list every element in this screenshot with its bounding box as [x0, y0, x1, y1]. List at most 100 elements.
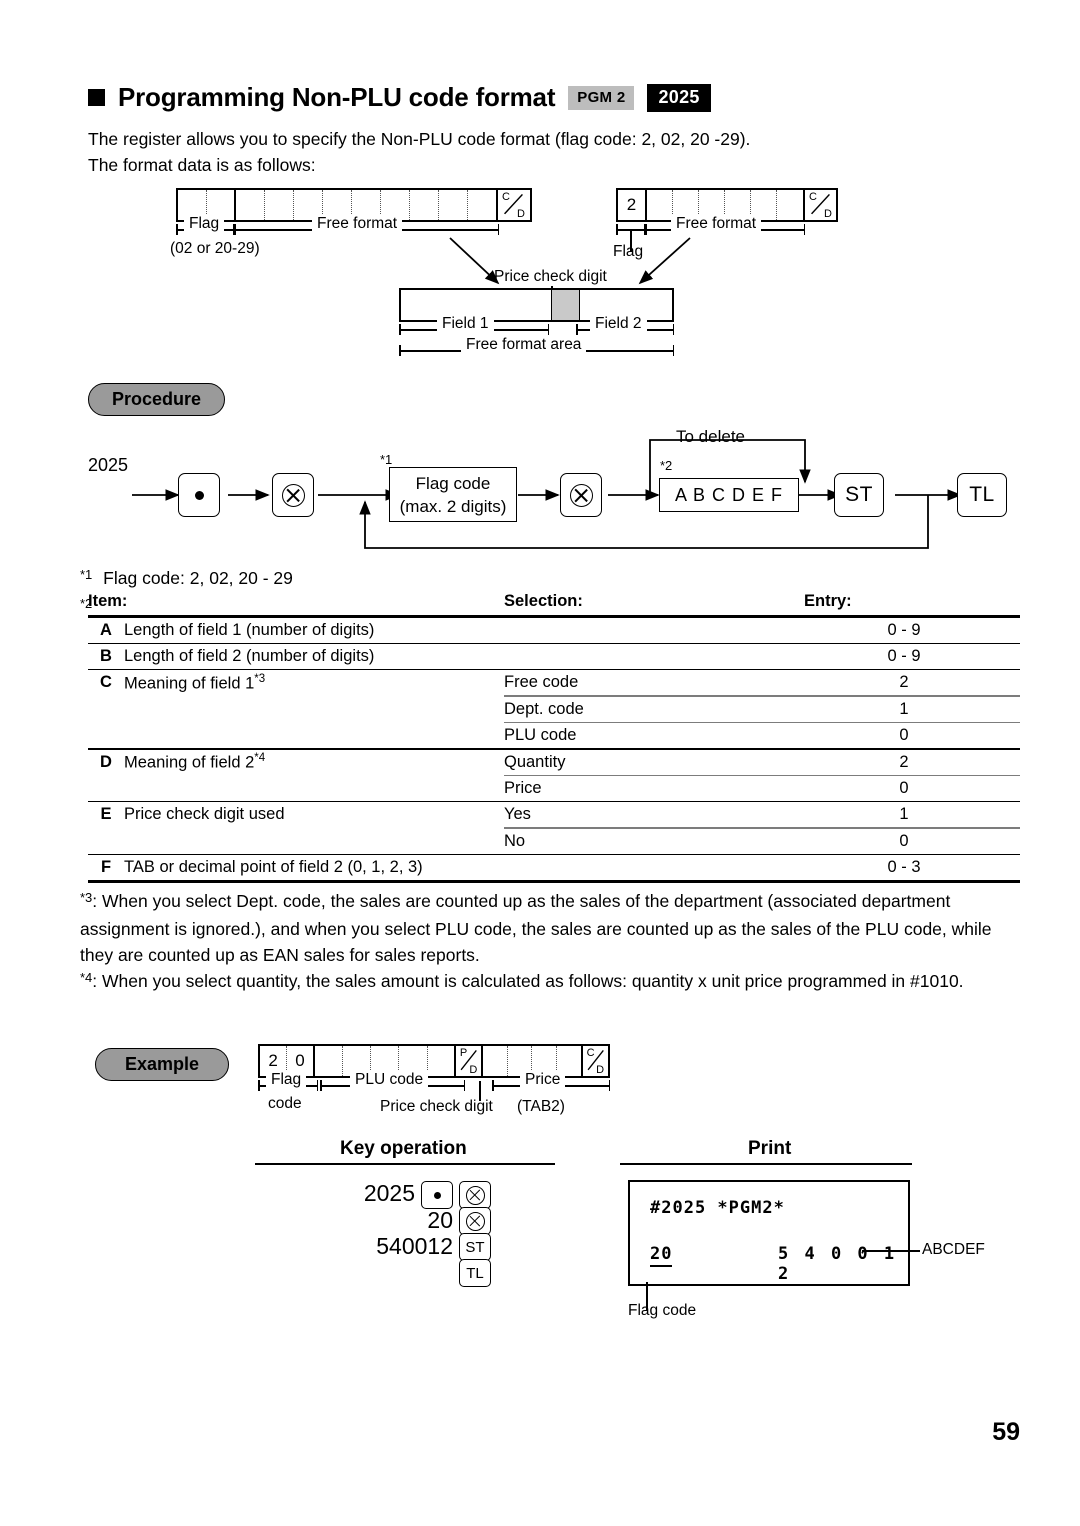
flag-code-callout-label: Flag code: [628, 1302, 697, 1319]
multiply-key-icon: [465, 1185, 485, 1205]
row-selection: Free code: [504, 673, 579, 692]
row-item: A: [100, 620, 112, 639]
check-digit-cell: C D: [496, 190, 529, 220]
price-bracket: Price: [492, 1071, 610, 1091]
row-entry: 0: [899, 778, 909, 797]
flag-code-box: Flag code (max. 2 digits): [389, 467, 517, 522]
example-flag-bracket: Flag: [258, 1071, 318, 1091]
row-selection: Yes: [504, 805, 531, 824]
footnote-3-text: : When you select Dept. code, the sales …: [80, 891, 992, 965]
footnote-4: *4: When you select quantity, the sales …: [80, 968, 1025, 996]
abcdef-callout-label: ABCDEF: [922, 1241, 985, 1258]
page-title: Programming Non-PLU code format: [118, 82, 556, 112]
multiply-key[interactable]: [272, 473, 314, 517]
multiply-key-icon: [465, 1211, 485, 1231]
subtotal-key-label: ST: [845, 483, 873, 506]
row-desc: Meaning of field 2*4: [124, 751, 266, 772]
price-check-digit-cell: P D: [456, 1046, 484, 1076]
free-format-label: Free format: [671, 215, 762, 233]
table-rule: [88, 695, 1020, 697]
check-digit-cell: C D: [803, 190, 836, 220]
row-selection: Price: [504, 778, 542, 797]
field1-bracket: Field 1: [399, 315, 549, 335]
table-rule: [88, 774, 1020, 776]
price-check-digit-label: Price check digit: [494, 268, 607, 285]
multiply-key[interactable]: [560, 473, 602, 517]
multiply-key-icon: [569, 483, 593, 507]
check-digit-top: C: [586, 1047, 595, 1059]
row-footnote-marker: *3: [254, 672, 266, 685]
row-selection: PLU code: [504, 726, 577, 745]
point-key[interactable]: [421, 1181, 453, 1209]
total-key-label: TL: [969, 483, 995, 506]
note-1: *1 Flag code: 2, 02, 20 - 29: [80, 565, 293, 593]
key-row-value: 2025: [363, 1180, 415, 1206]
intro-line-2: The format data is as follows:: [88, 155, 316, 175]
price-check-digit-area: [551, 290, 580, 320]
key-operation-underline: [255, 1163, 555, 1165]
check-digit-bottom: D: [824, 208, 832, 220]
receipt-preview: #2025 *PGM2* 20 5 4 0 0 1 2: [628, 1180, 910, 1286]
check-digit-cell: C D: [580, 1046, 608, 1076]
point-key-icon: [433, 1191, 441, 1199]
abcdef-footnote-marker: *2: [660, 458, 673, 473]
price-digit-top: P: [459, 1047, 468, 1059]
diagram-connector-arrows: [449, 237, 691, 285]
free-format-cell: [647, 190, 673, 220]
check-digit-bottom: D: [596, 1064, 605, 1076]
row-entry: 2: [899, 752, 909, 771]
table-row: D Meaning of field 2*4 Quantity 2: [88, 750, 1020, 775]
abcdef-box: A B C D E F: [659, 478, 799, 512]
key-operation-title: Key operation: [340, 1138, 467, 1159]
row-footnote-marker: *4: [254, 751, 266, 764]
total-key[interactable]: TL: [957, 473, 1007, 517]
footnote-3-marker: *3: [80, 890, 93, 905]
price-digit-bottom: D: [469, 1064, 478, 1076]
row-item: B: [100, 646, 112, 665]
row-desc: Length of field 2 (number of digits): [124, 646, 375, 665]
row-selection: No: [504, 831, 526, 850]
point-key[interactable]: [178, 473, 220, 517]
row-item: D: [100, 752, 112, 771]
row-entry: 0 - 9: [887, 620, 921, 639]
free-format-cell: [265, 190, 294, 220]
subtotal-key[interactable]: ST: [459, 1233, 491, 1261]
row-entry: 2: [899, 673, 909, 692]
row-desc: TAB or decimal point of field 2 (0, 1, 2…: [124, 858, 423, 877]
plu-code-cell: [428, 1046, 456, 1076]
total-key[interactable]: TL: [459, 1259, 491, 1287]
multiply-key[interactable]: [459, 1207, 491, 1235]
header-selection: Selection:: [504, 592, 583, 610]
row-entry: 0: [899, 726, 909, 745]
print-underline: [620, 1163, 912, 1165]
multiply-key[interactable]: [459, 1181, 491, 1209]
flag-code-line-1: Flag code: [415, 473, 491, 493]
subtotal-key[interactable]: ST: [834, 473, 884, 517]
flag-box-footnote-marker: *1: [380, 452, 393, 467]
table-row: F TAB or decimal point of field 2 (0, 1,…: [88, 855, 1020, 880]
free-format-cell: [468, 190, 496, 220]
row-entry: 0: [899, 831, 909, 850]
header-entry: Entry:: [804, 592, 852, 610]
flag-range-label: (02 or 20-29): [170, 240, 260, 257]
price-label: Price: [520, 1071, 566, 1089]
table-row: PLU code 0: [88, 723, 1020, 748]
table-row: B Length of field 2 (number of digits) 0…: [88, 644, 1020, 669]
row-selection: Dept. code: [504, 699, 584, 718]
note-1-marker: *1: [80, 567, 93, 582]
example-section-label: Example: [95, 1048, 229, 1081]
multiply-key-icon: [281, 483, 305, 507]
plu-code-bracket: PLU code: [320, 1071, 465, 1091]
table-row: C Meaning of field 1*3 Free code 2: [88, 670, 1020, 695]
row-item: E: [100, 805, 112, 824]
page-heading: Programming Non-PLU code format PGM 2 20…: [88, 82, 711, 113]
free-format-area-label: Free format area: [461, 336, 587, 354]
intro-text: The register allows you to specify the N…: [88, 126, 988, 178]
free-format-cell: [777, 190, 803, 220]
flag-code-line-2: (max. 2 digits): [399, 496, 507, 516]
row-entry: 1: [899, 805, 909, 824]
free-format-cell: [410, 190, 439, 220]
free-format-bracket-right: Free format: [645, 215, 805, 235]
point-key-icon: [194, 490, 204, 500]
free-format-cell: [439, 190, 468, 220]
